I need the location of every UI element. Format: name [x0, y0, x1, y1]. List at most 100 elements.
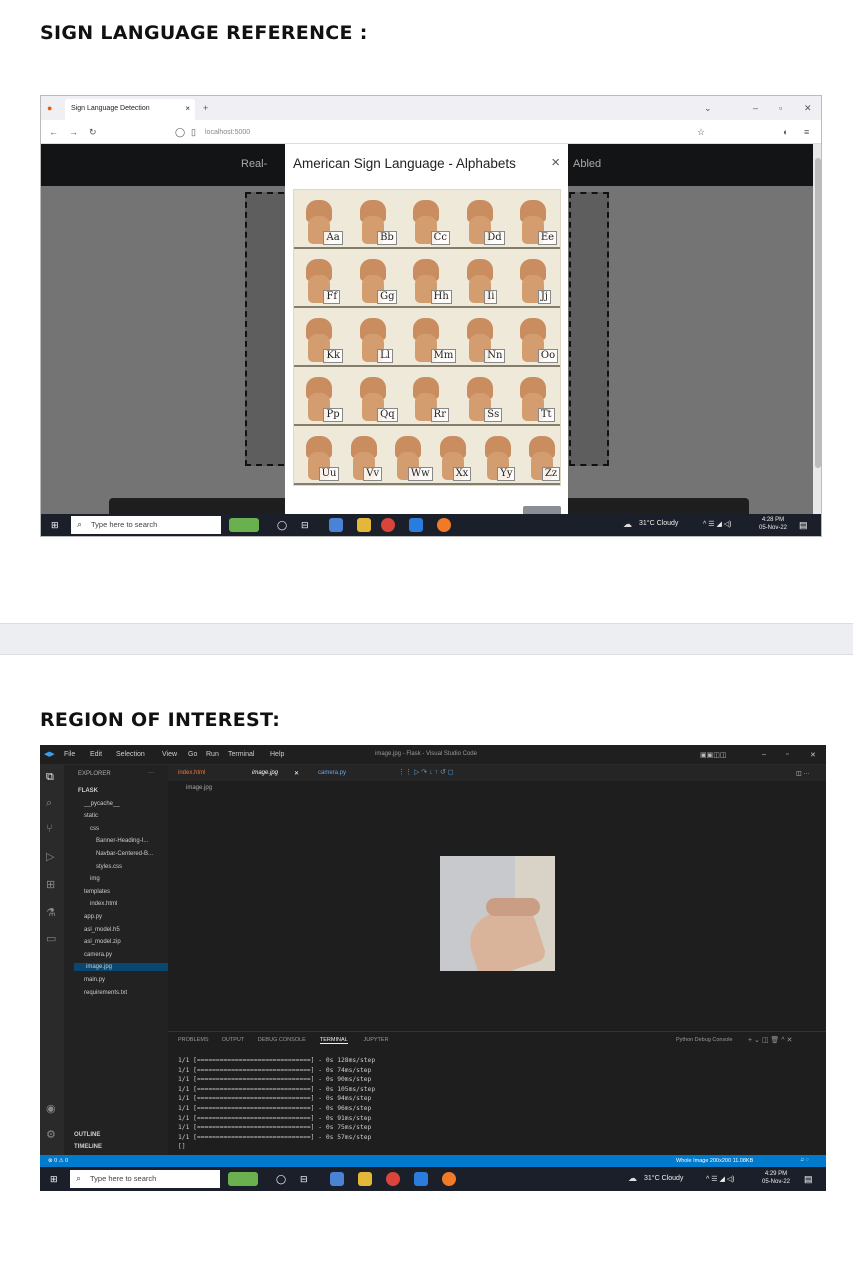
panel-tab[interactable]: DEBUG CONSOLE: [258, 1037, 306, 1043]
notification-bell-icon[interactable]: ♫ ◌: [800, 1157, 809, 1163]
taskbar-search[interactable]: ⌕ Type here to search: [70, 1170, 220, 1188]
explorer-tree-item[interactable]: templates: [84, 888, 110, 896]
maximize-icon[interactable]: ▫: [779, 103, 782, 113]
chrome-icon[interactable]: [386, 1172, 400, 1186]
settings-gear-icon[interactable]: ⚙: [46, 1129, 56, 1141]
widgets-icon[interactable]: ⊟: [301, 520, 309, 530]
search-icon[interactable]: ⌕: [46, 797, 52, 809]
panel-tab[interactable]: PROBLEMS: [178, 1037, 209, 1043]
vscode-icon[interactable]: [409, 518, 423, 532]
menu-item[interactable]: Edit: [90, 751, 102, 758]
file-explorer-icon[interactable]: [357, 518, 371, 532]
system-tray-icons[interactable]: ^ ☰ ◢ ◁): [706, 1175, 735, 1183]
tab-camera-py[interactable]: camera.py: [318, 770, 346, 776]
menu-item[interactable]: File: [64, 751, 75, 758]
split-editor-icon[interactable]: ◫ ···: [796, 770, 809, 777]
notification-icon[interactable]: ▤: [799, 520, 808, 530]
pocket-icon[interactable]: ◐: [783, 127, 788, 137]
search-highlight-icon[interactable]: [228, 1172, 258, 1186]
explorer-tree-item[interactable]: static: [84, 812, 98, 820]
maximize-icon[interactable]: ▫: [786, 751, 788, 758]
layout-icons[interactable]: ▣▣◫◫: [700, 751, 726, 759]
explorer-actions-icon[interactable]: ···: [148, 769, 154, 777]
explorer-tree-item[interactable]: styles.css: [96, 863, 122, 871]
explorer-tree-item[interactable]: Navbar-Centered-B...: [96, 850, 153, 858]
menu-item[interactable]: Help: [270, 751, 284, 758]
taskbar-clock[interactable]: 4:28 PM 05-Nov-22: [753, 516, 793, 532]
menu-item[interactable]: View: [162, 751, 177, 758]
explorer-tree-item[interactable]: index.html: [90, 900, 117, 908]
status-problems[interactable]: ⊗ 0 ⚠ 0: [48, 1158, 68, 1164]
menu-icon[interactable]: ≡: [804, 127, 809, 137]
weather-text[interactable]: 31°C Cloudy: [644, 1175, 683, 1182]
menu-item[interactable]: Terminal: [228, 751, 254, 758]
explorer-tree-item[interactable]: asl_model.h5: [84, 926, 120, 934]
tab-image-jpg[interactable]: image.jpg: [252, 770, 278, 776]
tab-list-icon[interactable]: ⌄: [704, 103, 712, 113]
status-image-info[interactable]: Whole Image 200x200 11.08KB: [676, 1158, 753, 1164]
outline-section[interactable]: OUTLINE: [74, 1131, 100, 1139]
forward-icon[interactable]: →: [69, 127, 78, 137]
task-view-icon[interactable]: ◯: [276, 1174, 286, 1184]
explorer-icon[interactable]: ⧉: [46, 771, 54, 783]
firefox-taskbar-icon[interactable]: [442, 1172, 456, 1186]
back-icon[interactable]: ←: [49, 127, 58, 137]
source-control-icon[interactable]: ⑂: [46, 823, 53, 835]
photos-app-icon[interactable]: [330, 1172, 344, 1186]
search-highlight-icon[interactable]: [229, 518, 259, 532]
firefox-taskbar-icon[interactable]: [437, 518, 451, 532]
windows-start-icon[interactable]: ⊞: [51, 520, 59, 530]
extensions-icon[interactable]: ⊞: [46, 879, 55, 891]
page-scrollbar[interactable]: [813, 144, 821, 518]
system-tray-icons[interactable]: ^ ☰ ◢ ◁): [703, 520, 732, 528]
windows-start-icon[interactable]: ⊞: [50, 1174, 58, 1184]
explorer-tree-item[interactable]: asl_model.zip: [84, 938, 121, 946]
explorer-tree-item[interactable]: main.py: [84, 976, 105, 984]
weather-text[interactable]: 31°C Cloudy: [639, 520, 678, 527]
explorer-tree-item[interactable]: requirements.txt: [84, 989, 127, 997]
explorer-tree-item[interactable]: img: [90, 875, 100, 883]
explorer-tree-item[interactable]: Banner-Heading-I...: [96, 837, 148, 845]
explorer-tree-item[interactable]: image.jpg: [74, 963, 170, 972]
bookmark-star-icon[interactable]: ☆: [697, 127, 705, 137]
tab-index-html[interactable]: index.html: [178, 770, 205, 776]
widgets-icon[interactable]: ⊟: [300, 1174, 308, 1184]
photos-app-icon[interactable]: [329, 518, 343, 532]
close-window-icon[interactable]: ✕: [804, 103, 812, 113]
panel-tab[interactable]: JUPYTER: [364, 1037, 389, 1043]
explorer-tree-item[interactable]: camera.py: [84, 951, 112, 959]
close-window-icon[interactable]: ✕: [810, 751, 816, 759]
panel-tab[interactable]: TERMINAL: [319, 1037, 348, 1044]
chrome-icon[interactable]: [381, 518, 395, 532]
taskbar-clock[interactable]: 4:29 PM 05-Nov-22: [756, 1170, 796, 1186]
new-tab-icon[interactable]: +: [203, 103, 208, 113]
run-debug-icon[interactable]: ▷: [46, 851, 54, 863]
reload-icon[interactable]: ↻: [89, 127, 97, 137]
file-explorer-icon[interactable]: [358, 1172, 372, 1186]
taskbar-search[interactable]: ⌕ Type here to search: [71, 516, 221, 534]
menu-item[interactable]: Run: [206, 751, 219, 758]
terminal-output[interactable]: 1/1 [==============================] - 0…: [178, 1056, 375, 1152]
menu-item[interactable]: Selection: [116, 751, 145, 758]
explorer-tree-item[interactable]: FLASK: [78, 787, 98, 795]
explorer-tree-item[interactable]: app.py: [84, 913, 102, 921]
testing-icon[interactable]: ⚗: [46, 907, 56, 919]
modal-close-icon[interactable]: ×: [551, 154, 560, 171]
debug-console-select[interactable]: Python Debug Console: [676, 1037, 733, 1043]
minimize-icon[interactable]: –: [753, 103, 758, 113]
minimize-icon[interactable]: –: [762, 751, 766, 758]
vscode-icon[interactable]: [414, 1172, 428, 1186]
explorer-tree-item[interactable]: css: [90, 825, 99, 833]
task-view-icon[interactable]: ◯: [277, 520, 287, 530]
notification-icon[interactable]: ▤: [804, 1174, 813, 1184]
menu-item[interactable]: Go: [188, 751, 197, 758]
timeline-section[interactable]: TIMELINE: [74, 1143, 102, 1151]
panel-actions-icons[interactable]: + ⌄ ◫ 🗑 ^ ✕: [748, 1036, 792, 1044]
url-field[interactable]: localhost:5000: [205, 128, 250, 138]
panel-tab[interactable]: OUTPUT: [222, 1037, 245, 1043]
browser-tab[interactable]: Sign Language Detection ×: [65, 99, 195, 120]
tab-close-icon[interactable]: ×: [185, 104, 190, 113]
tab-close-icon[interactable]: ✕: [294, 770, 299, 777]
remote-explorer-icon[interactable]: ▭: [46, 933, 56, 945]
account-icon[interactable]: ◉: [46, 1103, 56, 1115]
